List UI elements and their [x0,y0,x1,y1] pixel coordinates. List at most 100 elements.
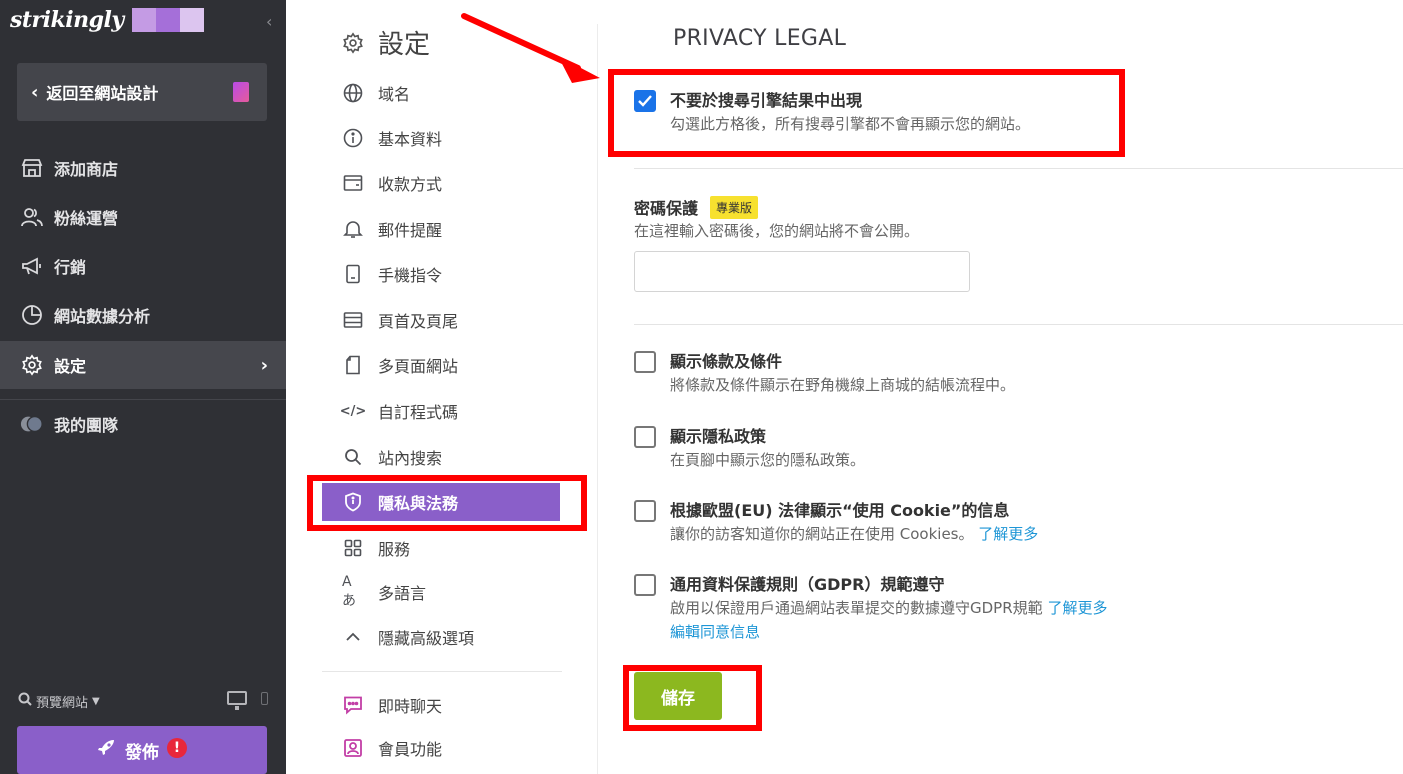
preview-site-row: 預覽網站 ▼ [18,690,268,712]
back-to-design-button[interactable]: ‹ 返回至網站設計 [17,63,267,121]
search-icon [18,692,32,710]
settings-menu: 設定 域名 基本資料 收款方式 郵件提醒 手機指令 頁首及頁尾 多頁面網站 </… [286,0,598,774]
menu-item-label: 手機指令 [378,266,443,285]
chevron-right-icon: › [260,354,268,376]
language-icon: Aあ [342,574,356,609]
learn-more-link[interactable]: 了解更多 [1047,599,1107,617]
sidebar-item-audience[interactable]: 粉絲運營 [0,193,286,241]
logo-block [131,8,156,32]
annotation-box-search-option [608,69,1125,157]
rocket-icon [97,739,115,761]
grid-icon [342,537,364,559]
terms-option: 顯示條款及條件 將條款及條件顯示在野角機線上商城的結帳流程中。 [634,351,1015,397]
publish-label: 發佈 [125,742,159,763]
menu-item-payment[interactable]: 收款方式 [342,168,562,198]
menu-item-hide-advanced[interactable]: 隱藏高級選項 [342,622,562,652]
section-title: PRIVACY LEGAL [673,26,847,51]
option-desc: 在頁腳中顯示您的隱私政策。 [670,451,866,469]
audience-icon [20,205,44,229]
section-divider [634,168,1403,169]
sidebar-item-label: 添加商店 [54,160,119,179]
option-desc: 讓你的訪客知道你的網站正在使用 Cookies。 [670,525,974,543]
logo-block [155,8,180,32]
show-privacy-policy-checkbox[interactable] [634,426,656,448]
menu-item-basic-info[interactable]: 基本資料 [342,123,562,153]
password-input[interactable] [634,251,970,292]
pie-chart-icon [20,303,44,327]
menu-item-label: 頁首及頁尾 [378,312,459,331]
menu-item-label: 郵件提醒 [378,221,443,240]
menu-item-label: 收款方式 [378,175,443,194]
edit-consent-row: 編輯同意信息 [670,620,1107,644]
caret-down-icon[interactable]: ▼ [92,696,100,707]
menu-item-multipage[interactable]: 多頁面網站 [342,350,562,380]
chevron-left-icon: ‹ [31,81,39,103]
show-terms-checkbox[interactable] [634,351,656,373]
back-to-design-label: 返回至網站設計 [46,84,159,103]
sidebar-item-add-store[interactable]: 添加商店 [0,144,286,192]
header-footer-icon [342,309,364,331]
settings-title-label: 設定 [378,30,431,60]
cookie-option: 根據歐盟(EU) 法律顯示“使用 Cookie”的信息 讓你的訪客知道你的網站正… [634,500,1038,546]
annotation-box-save-button [623,665,762,731]
annotation-box-privacy-menu [307,475,587,531]
app-sidebar: strikingly ‹ ‹ 返回至網站設計 添加商店 粉絲運營 行銷 網站數據… [0,0,286,774]
logo-text: strikingly [10,7,124,33]
search-icon [342,446,364,468]
gdpr-checkbox[interactable] [634,574,656,596]
option-desc: 將條款及條件顯示在野角機線上商城的結帳流程中。 [670,376,1016,394]
chevron-up-icon [342,626,364,648]
password-protect-label: 密碼保護 專業版 [634,195,759,219]
option-text: 通用資料保護規則（GDPR）規範遵守 啟用以保證用戶通過網站表單提交的數據遵守G… [670,574,1107,644]
menu-item-label: 站內搜索 [378,449,443,468]
menu-item-label: 基本資料 [378,130,443,149]
sidebar-item-team[interactable]: 我的團隊 [0,400,286,448]
gear-icon [342,31,364,54]
sidebar-item-analytics[interactable]: 網站數據分析 [0,291,286,339]
sidebar-item-label: 設定 [54,357,87,376]
wallet-icon [342,172,364,194]
gear-icon [20,353,44,377]
pages-icon [342,354,364,376]
sidebar-item-marketing[interactable]: 行銷 [0,242,286,290]
megaphone-icon [20,254,44,278]
edit-consent-link[interactable]: 編輯同意信息 [670,623,760,641]
desktop-icon[interactable] [227,691,247,710]
menu-item-label: 域名 [378,85,411,104]
cookie-notice-checkbox[interactable] [634,500,656,522]
menu-item-email-notify[interactable]: 郵件提醒 [342,214,562,244]
section-divider [634,324,1403,325]
learn-more-link[interactable]: 了解更多 [978,525,1038,543]
option-text: 顯示條款及條件 將條款及條件顯示在野角機線上商城的結帳流程中。 [670,351,1015,397]
option-title: 根據歐盟(EU) 法律顯示“使用 Cookie”的信息 [670,501,1010,520]
sidebar-item-label: 網站數據分析 [54,307,151,326]
password-desc: 在這裡輸入密碼後，您的網站將不會公開。 [634,222,920,240]
option-text: 顯示隱私政策 在頁腳中顯示您的隱私政策。 [670,426,865,472]
option-desc-row: 讓你的訪客知道你的網站正在使用 Cookies。 了解更多 [670,522,1038,546]
logo-block [179,8,204,32]
menu-item-label: 會員功能 [378,740,443,759]
menu-item-membership[interactable]: 會員功能 [342,733,562,763]
sidebar-item-label: 我的團隊 [54,416,119,435]
menu-item-header-footer[interactable]: 頁首及頁尾 [342,305,562,335]
menu-item-label: 自訂程式碼 [378,403,459,422]
menu-item-mobile-commands[interactable]: 手機指令 [342,259,562,289]
brand-logo[interactable]: strikingly [10,6,204,34]
chat-icon [342,694,364,716]
privacy-policy-option: 顯示隱私政策 在頁腳中顯示您的隱私政策。 [634,426,865,472]
logo-color-blocks [131,8,204,32]
option-desc: 啟用以保證用戶通過網站表單提交的數據遵守GDPR規範 [670,599,1043,617]
menu-item-site-search[interactable]: 站內搜索 [342,442,562,472]
member-icon [342,737,364,759]
preview-site-dropdown[interactable]: 預覽網站 [36,692,88,711]
menu-item-services[interactable]: 服務 [342,533,562,563]
annotation-arrow-icon [461,13,600,83]
mobile-icon[interactable] [261,691,268,705]
menu-item-live-chat[interactable]: 即時聊天 [342,690,562,720]
menu-item-custom-code[interactable]: </> 自訂程式碼 [340,396,562,426]
menu-item-multilingual[interactable]: Aあ 多語言 [342,574,562,609]
publish-button[interactable]: 發佈 ! [17,726,267,774]
sidebar-item-settings[interactable]: 設定 › [0,341,286,389]
collapse-sidebar-chevron-icon[interactable]: ‹ [266,12,272,31]
page-document-icon [233,82,249,102]
